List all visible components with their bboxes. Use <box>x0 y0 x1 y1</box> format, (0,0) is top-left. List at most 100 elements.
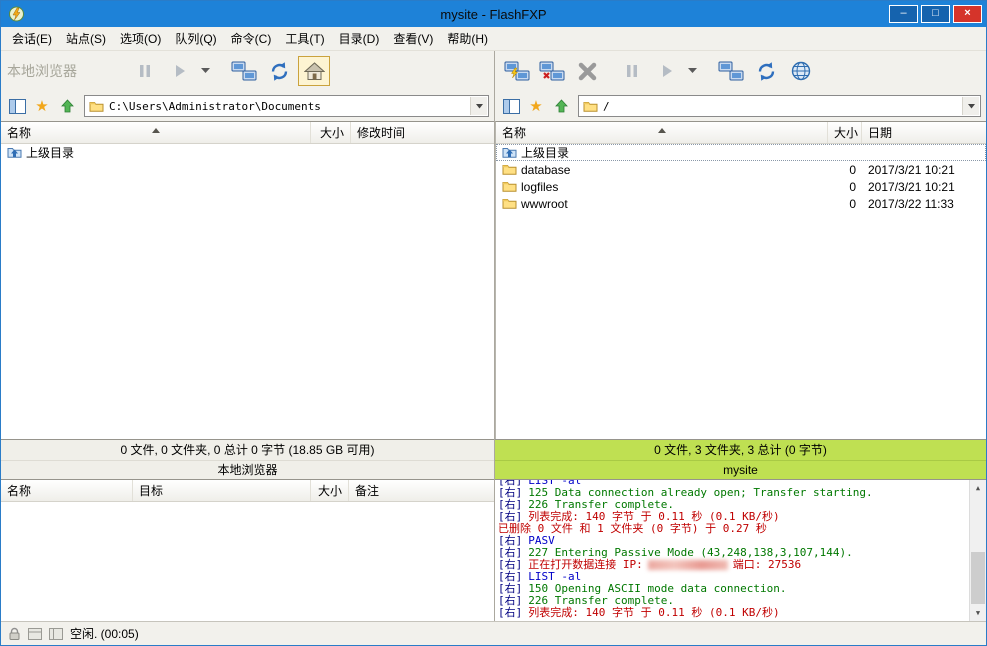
local-path-text: C:\Users\Administrator\Documents <box>109 100 341 113</box>
file-name: database <box>521 163 570 177</box>
minimize-button[interactable]: – <box>889 5 918 23</box>
menu-item[interactable]: 命令(C) <box>224 27 279 50</box>
refresh-button[interactable] <box>263 56 295 86</box>
flashfxp-window: mysite - FlashFXP – □ × 会话(E) 站点(S) 选项(O… <box>0 0 987 646</box>
tree-pane-toggle-button[interactable] <box>6 95 28 117</box>
file-row[interactable]: 上级目录 <box>1 144 494 161</box>
column-header-modified[interactable]: 修改时间 <box>351 122 494 143</box>
close-button[interactable]: × <box>953 5 982 23</box>
remote-path-text: / <box>603 100 630 113</box>
local-summary: 0 文件, 0 文件夹, 0 总计 0 字节 (18.85 GB 可用) 本地浏… <box>1 439 494 479</box>
remote-tab[interactable]: mysite <box>495 461 986 479</box>
local-path-combobox[interactable]: C:\Users\Administrator\Documents <box>84 95 489 117</box>
column-label: 大小 <box>834 126 858 140</box>
log-line: 已删除 0 文件 和 1 文件夹 (0 字节) 于 0.27 秒 <box>498 523 967 535</box>
log-scrollbar[interactable]: ▲ ▼ <box>969 480 986 621</box>
combobox-dropdown-button[interactable] <box>470 97 487 115</box>
column-label: 大小 <box>320 126 344 140</box>
column-label: 名称 <box>502 126 526 140</box>
tree-pane-toggle-button[interactable] <box>500 95 522 117</box>
local-pane: 本地浏览器 <box>1 51 495 621</box>
combobox-dropdown-button[interactable] <box>962 97 979 115</box>
transfer-queue-button[interactable] <box>228 56 260 86</box>
play-icon <box>659 63 675 79</box>
maximize-button[interactable]: □ <box>921 5 950 23</box>
menu-item[interactable]: 查看(V) <box>386 27 440 50</box>
column-header-queue-name[interactable]: 名称 <box>1 480 133 501</box>
menu-item[interactable]: 目录(D) <box>332 27 387 50</box>
disconnect-x-icon <box>576 60 599 83</box>
file-size: 0 <box>828 197 862 211</box>
file-row[interactable]: database 0 2017/3/21 10:21 <box>496 161 986 178</box>
play-button[interactable] <box>651 56 683 86</box>
play-button[interactable] <box>164 56 196 86</box>
scroll-down-button[interactable]: ▼ <box>970 605 986 621</box>
lock-icon <box>8 627 21 641</box>
refresh-button[interactable] <box>750 56 782 86</box>
column-header-queue-note[interactable]: 备注 <box>349 480 494 501</box>
window-controls: – □ × <box>886 5 982 23</box>
column-header-queue-target[interactable]: 目标 <box>133 480 311 501</box>
scroll-up-button[interactable]: ▲ <box>970 480 986 496</box>
connect-button[interactable] <box>501 56 533 86</box>
folder-tree-icon <box>503 99 520 114</box>
play-dropdown-button[interactable] <box>199 56 211 86</box>
pause-button[interactable] <box>616 56 648 86</box>
folder-icon <box>89 100 104 112</box>
transfer-mode-icon <box>28 628 42 640</box>
reconnect-computers-icon <box>539 61 565 82</box>
column-header-name[interactable]: 名称 <box>496 122 828 143</box>
file-size: 0 <box>828 180 862 194</box>
file-row[interactable]: wwwroot 0 2017/3/22 11:33 <box>496 195 986 212</box>
log-text: 端口: 27536 <box>733 558 801 571</box>
home-icon <box>304 62 325 81</box>
local-file-list: 名称 大小 修改时间 <box>1 121 494 439</box>
scrollbar-thumb[interactable] <box>971 552 985 604</box>
remote-file-list: 名称 大小 日期 <box>495 121 986 439</box>
site-url-button[interactable] <box>785 56 817 86</box>
file-row[interactable]: logfiles 0 2017/3/21 10:21 <box>496 178 986 195</box>
app-icon[interactable] <box>8 6 25 22</box>
menu-item[interactable]: 选项(O) <box>113 27 168 50</box>
favorites-button[interactable]: ★ <box>525 95 547 117</box>
remote-summary: 0 文件, 3 文件夹, 3 总计 (0 字节) mysite <box>495 439 986 479</box>
quick-connect-button[interactable] <box>536 56 568 86</box>
pause-button[interactable] <box>129 56 161 86</box>
favorites-button[interactable]: ★ <box>31 95 53 117</box>
transfer-queue-button[interactable] <box>715 56 747 86</box>
status-text: 空闲. (00:05) <box>70 625 139 642</box>
play-dropdown-button[interactable] <box>686 56 698 86</box>
menu-item[interactable]: 帮助(H) <box>440 27 495 50</box>
column-label: 修改时间 <box>357 126 405 140</box>
column-header-date[interactable]: 日期 <box>862 122 986 143</box>
remote-list-body: 上级目录 database <box>496 144 986 439</box>
column-header-size[interactable]: 大小 <box>828 122 862 143</box>
menu-item[interactable]: 工具(T) <box>278 27 331 50</box>
log-prefix: [右] <box>498 606 522 619</box>
menu-item[interactable]: 会话(E) <box>5 27 59 50</box>
up-directory-button[interactable] <box>56 95 78 117</box>
log-panel: [右]LIST -al [右]125 Data connection alrea… <box>495 479 986 621</box>
remote-toolbar <box>495 51 986 91</box>
file-date: 2017/3/22 11:33 <box>862 197 986 211</box>
sort-ascending-icon <box>658 128 666 133</box>
column-label: 大小 <box>318 484 342 498</box>
queue-list-body <box>1 502 494 621</box>
disconnect-button[interactable] <box>571 56 603 86</box>
menu-item[interactable]: 站点(S) <box>59 27 113 50</box>
menu-item[interactable]: 队列(Q) <box>168 27 223 50</box>
remote-stats: 0 文件, 3 文件夹, 3 总计 (0 字节) <box>495 440 986 461</box>
folder-icon <box>502 163 517 176</box>
home-button[interactable] <box>298 56 330 86</box>
local-tab[interactable]: 本地浏览器 <box>1 461 494 479</box>
column-header-size[interactable]: 大小 <box>311 122 351 143</box>
log-lines: [右]LIST -al [右]125 Data connection alrea… <box>498 480 967 619</box>
up-directory-button[interactable] <box>550 95 572 117</box>
column-label: 目标 <box>139 484 163 498</box>
scrollbar-track[interactable] <box>970 496 986 605</box>
remote-path-combobox[interactable]: / <box>578 95 981 117</box>
column-header-name[interactable]: 名称 <box>1 122 311 143</box>
column-header-queue-size[interactable]: 大小 <box>311 480 349 501</box>
file-row[interactable]: 上级目录 <box>496 144 986 161</box>
local-browser-label: 本地浏览器 <box>7 61 129 81</box>
